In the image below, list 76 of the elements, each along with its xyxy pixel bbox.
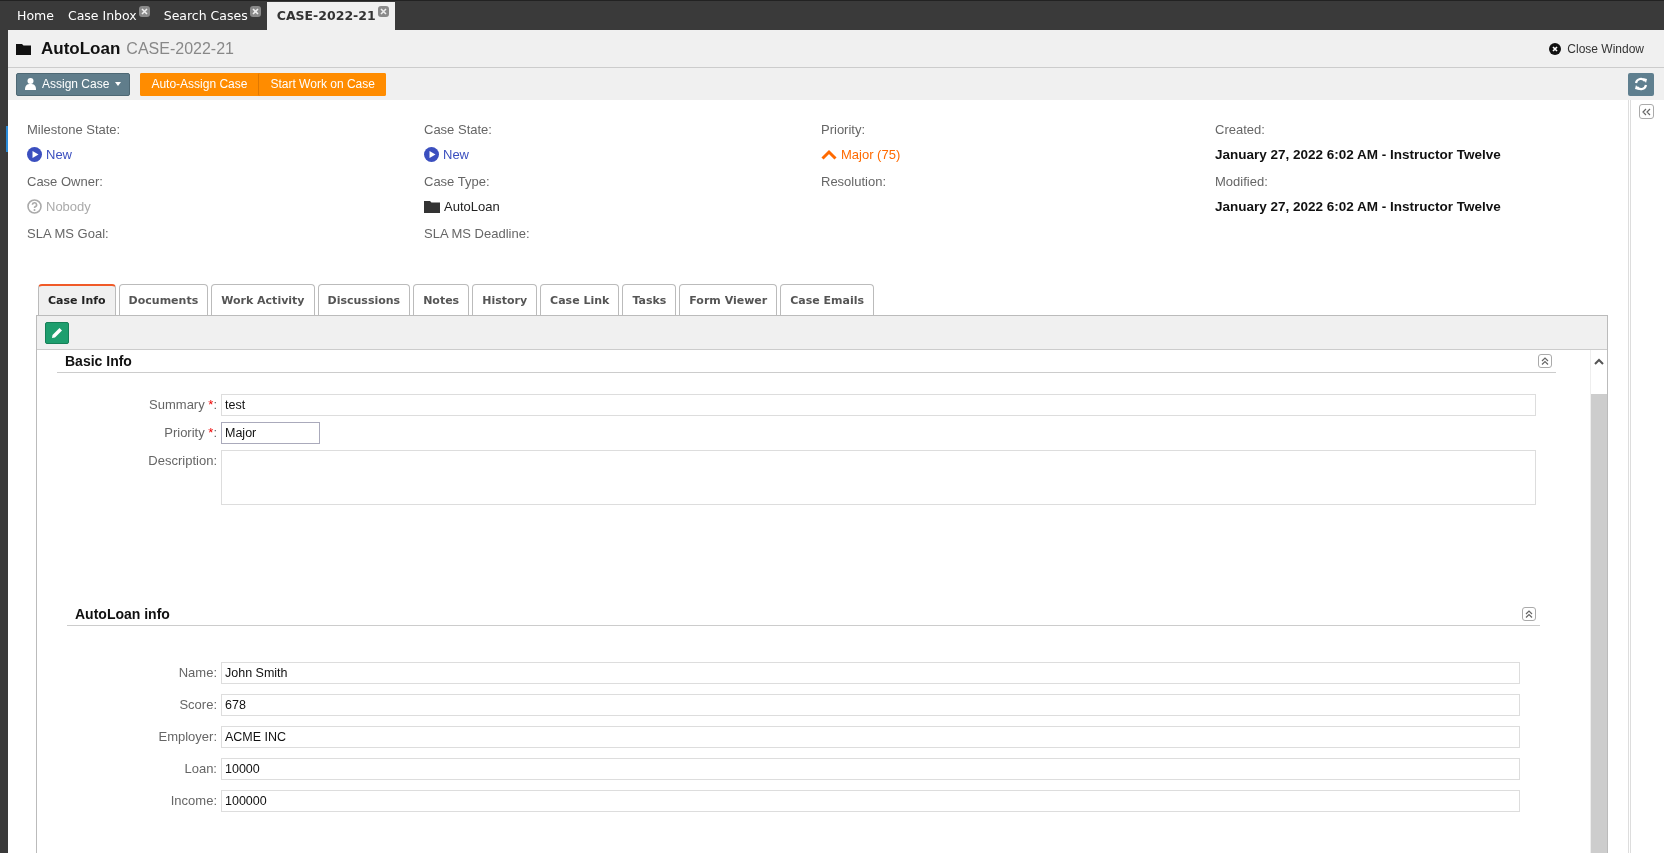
tab[interactable]: History (472, 284, 538, 315)
field-label: Modified: (1215, 174, 1269, 189)
refresh-button[interactable] (1628, 72, 1654, 96)
tab[interactable]: Work Activity (211, 284, 315, 315)
edit-button[interactable] (45, 321, 69, 344)
double-chevron-up-icon (1541, 357, 1549, 365)
window-tab[interactable]: Case Inbox (57, 2, 154, 30)
question-icon (27, 199, 42, 214)
input-field[interactable]: ACME INC (221, 726, 1520, 748)
close-icon (1549, 42, 1562, 55)
field-value: Nobody (46, 199, 91, 214)
expand-panel-button[interactable] (1639, 104, 1654, 119)
chevron-up-icon (821, 149, 837, 160)
field-label: Name: (177, 664, 217, 682)
field-label: Summary *: (148, 396, 217, 414)
pencil-icon (51, 326, 63, 339)
field-label: Priority: (821, 122, 867, 137)
close-icon[interactable] (138, 6, 150, 17)
tab[interactable]: Case Emails (780, 284, 875, 315)
tab[interactable]: Tasks (622, 284, 677, 315)
tab[interactable]: Form Viewer (679, 284, 778, 315)
assign-case-button[interactable]: Assign Case (16, 72, 131, 96)
field-label: Case State: (424, 122, 493, 137)
case-title: AutoLoan (41, 38, 121, 59)
field-value: New (46, 147, 72, 162)
input-field[interactable]: 678 (221, 694, 1520, 716)
field-value: January 27, 2022 6:02 AM - Instructor Twelve (1215, 147, 1501, 162)
input-field[interactable]: test (221, 394, 1536, 416)
field-label: Case Owner: (27, 174, 104, 189)
tab[interactable]: Notes (413, 284, 470, 315)
section-title: Basic Info (65, 353, 133, 369)
scrollbar[interactable] (1590, 350, 1607, 853)
tab[interactable]: Case Link (540, 284, 620, 315)
input-field[interactable]: 10000 (221, 758, 1520, 780)
tab[interactable]: Discussions (317, 284, 411, 315)
caret-icon (115, 82, 122, 86)
field-label: Case Type: (424, 174, 491, 189)
field-label: SLA MS Deadline: (424, 226, 531, 241)
input-field[interactable]: 100000 (221, 790, 1520, 812)
field-label: Priority *: (163, 424, 217, 442)
collapse-button[interactable] (1522, 607, 1536, 621)
folder-icon (424, 200, 440, 213)
input-field[interactable]: Major (221, 422, 320, 444)
collapse-button[interactable] (1538, 354, 1552, 368)
field-value: January 27, 2022 6:02 AM - Instructor Twelve (1215, 199, 1501, 214)
field-label: Income: (169, 792, 217, 810)
tab[interactable]: Case Info (38, 284, 116, 315)
play-icon (27, 147, 42, 162)
field-label: Created: (1215, 122, 1266, 137)
folder-icon (16, 42, 31, 55)
window-tab[interactable]: Search Cases (153, 2, 265, 30)
field-label: Score: (178, 696, 217, 714)
field-label: Resolution: (821, 174, 888, 189)
description-field[interactable] (221, 450, 1536, 505)
window-tab[interactable]: Home (7, 2, 58, 30)
field-label: Description: (147, 452, 217, 470)
input-field[interactable]: John Smith (221, 662, 1520, 684)
field-label: Milestone State: (27, 122, 122, 137)
window-tab[interactable]: CASE-2022-21 (266, 2, 395, 30)
play-icon (424, 147, 439, 162)
field-label: Employer: (157, 728, 217, 746)
scroll-up-icon[interactable] (1594, 358, 1604, 366)
close-window-button[interactable]: Close Window (1549, 37, 1644, 60)
double-chevron-left-icon (1642, 107, 1651, 116)
field-value: Major (75) (841, 147, 901, 162)
close-icon[interactable] (249, 6, 261, 17)
double-chevron-up-icon (1525, 610, 1533, 618)
refresh-icon (1634, 77, 1648, 91)
field-label: Loan: (183, 760, 217, 778)
tab[interactable]: Documents (118, 284, 209, 315)
section-title: AutoLoan info (75, 606, 171, 622)
field-label: SLA MS Goal: (27, 226, 110, 241)
field-value: New (443, 147, 469, 162)
field-value: AutoLoan (444, 199, 500, 214)
case-number: CASE-2022-21 (126, 39, 235, 58)
user-icon (25, 78, 36, 90)
